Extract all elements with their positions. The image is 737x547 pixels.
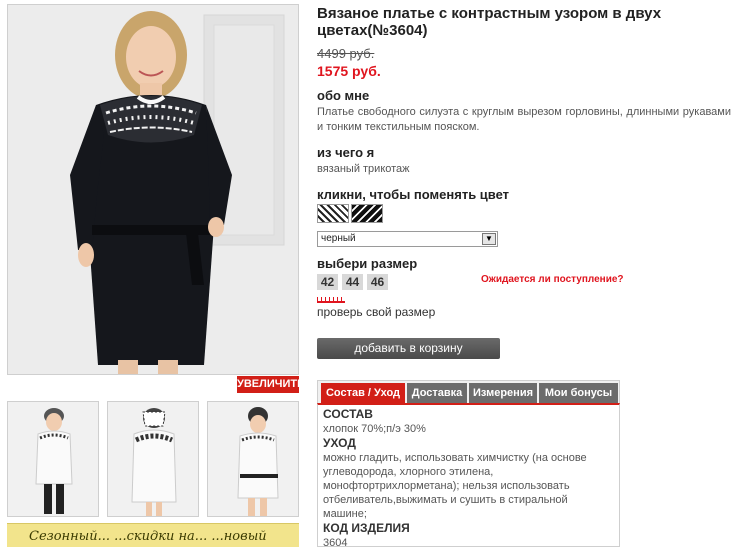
color-swatch-black[interactable] bbox=[351, 204, 383, 223]
promo-banner-text: Сезонный... ...скидки на... ...новый bbox=[29, 529, 267, 544]
model-in-dress-image bbox=[8, 5, 298, 374]
zoom-button[interactable]: УВЕЛИЧИТЬ bbox=[237, 376, 305, 393]
material-text: вязаный трикотаж bbox=[317, 163, 410, 175]
chevron-down-icon[interactable]: ▼ bbox=[482, 233, 496, 245]
restock-inquiry-link[interactable]: Ожидается ли поступление? bbox=[481, 274, 624, 285]
main-product-photo[interactable] bbox=[7, 4, 299, 375]
about-heading: обо мне bbox=[317, 88, 370, 103]
thumbnail-1[interactable] bbox=[7, 401, 99, 517]
info-tabs: Состав / Уход Доставка Измерения Мои бон… bbox=[317, 380, 620, 404]
size-option-42[interactable]: 42 bbox=[317, 274, 338, 290]
thumbnail-3[interactable] bbox=[207, 401, 299, 517]
code-text: 3604 bbox=[323, 537, 348, 547]
care-heading: УХОД bbox=[323, 436, 356, 450]
material-heading: из чего я bbox=[317, 145, 375, 160]
tab-measurements[interactable]: Измерения bbox=[469, 383, 537, 404]
composition-text: хлопок 70%;п/э 30% bbox=[323, 423, 426, 435]
size-heading: выбери размер bbox=[317, 256, 418, 271]
color-swatch-white[interactable] bbox=[317, 204, 349, 223]
product-title: Вязаное платье с контрастным узором в дв… bbox=[317, 5, 662, 39]
white-dress-back-image bbox=[108, 402, 198, 516]
white-dress-side-image bbox=[208, 402, 298, 516]
tab-panel: СОСТАВ хлопок 70%;п/э 30% УХОД можно гла… bbox=[317, 403, 620, 547]
add-to-cart-button[interactable]: добавить в корзину bbox=[317, 338, 500, 359]
white-dress-front-image bbox=[8, 402, 98, 516]
tab-bonuses[interactable]: Мои бонусы bbox=[539, 383, 618, 404]
size-option-44[interactable]: 44 bbox=[342, 274, 363, 290]
color-heading: кликни, чтобы поменять цвет bbox=[317, 187, 510, 202]
tab-delivery[interactable]: Доставка bbox=[407, 383, 467, 404]
color-select-value: черный bbox=[321, 233, 356, 244]
size-option-46[interactable]: 46 bbox=[367, 274, 388, 290]
color-select[interactable]: черный ▼ bbox=[317, 231, 498, 247]
promo-banner[interactable]: Сезонный... ...скидки на... ...новый bbox=[7, 523, 299, 547]
ruler-icon bbox=[317, 297, 345, 303]
about-text: Платье свободного силуэта с круглым выре… bbox=[317, 106, 731, 133]
composition-heading: СОСТАВ bbox=[323, 407, 373, 421]
current-price: 1575 руб. bbox=[317, 63, 381, 79]
old-price: 4499 руб. bbox=[317, 46, 375, 61]
care-text: можно гладить, использовать химчистку (н… bbox=[323, 452, 587, 520]
code-heading: КОД ИЗДЕЛИЯ bbox=[323, 521, 410, 535]
tab-composition-care[interactable]: Состав / Уход bbox=[321, 383, 405, 404]
thumbnail-2[interactable] bbox=[107, 401, 199, 517]
check-size-link[interactable]: проверь свой размер bbox=[317, 305, 435, 319]
